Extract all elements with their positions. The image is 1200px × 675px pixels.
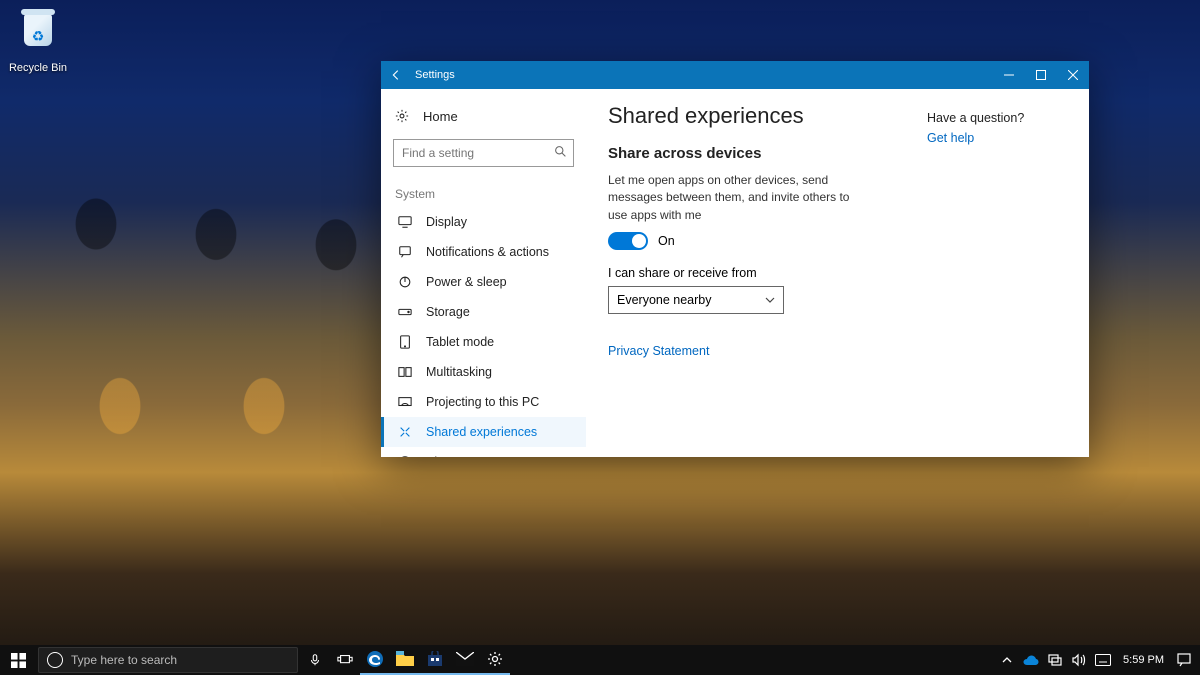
action-center-icon[interactable] <box>1172 645 1196 675</box>
section-label: System <box>381 177 586 207</box>
window-title: Settings <box>411 69 455 81</box>
cortana-icon <box>47 652 63 668</box>
storage-icon <box>398 305 412 319</box>
recycle-bin-label: Recycle Bin <box>9 62 67 74</box>
edge-app[interactable] <box>360 645 390 675</box>
search-icon <box>554 145 567 158</box>
volume-icon[interactable] <box>1067 645 1091 675</box>
explorer-app[interactable] <box>390 645 420 675</box>
info-icon <box>398 455 412 457</box>
nav-projecting[interactable]: Projecting to this PC <box>381 387 586 417</box>
system-tray: 5:59 PM <box>995 645 1200 675</box>
back-button[interactable] <box>381 61 411 89</box>
recycle-bin[interactable]: ♻ Recycle Bin <box>8 8 68 76</box>
recycle-bin-icon: ♻ <box>19 14 57 56</box>
projecting-icon <box>398 395 412 409</box>
settings-app[interactable] <box>480 645 510 675</box>
clock[interactable]: 5:59 PM <box>1115 654 1172 666</box>
windows-icon <box>11 653 26 668</box>
nav-storage[interactable]: Storage <box>381 297 586 327</box>
chevron-down-icon <box>765 295 775 305</box>
task-view-icon[interactable] <box>330 645 360 675</box>
home-label: Home <box>423 109 458 124</box>
privacy-link[interactable]: Privacy Statement <box>608 344 709 358</box>
toggle-state-label: On <box>658 234 675 248</box>
mic-icon[interactable] <box>300 645 330 675</box>
nav-about[interactable]: About <box>381 447 586 457</box>
minimize-button[interactable] <box>993 61 1025 89</box>
search-box[interactable] <box>393 139 574 167</box>
monitor-icon <box>398 215 412 229</box>
get-help-link[interactable]: Get help <box>927 131 1067 145</box>
taskbar: Type here to search 5:59 <box>0 645 1200 675</box>
share-toggle[interactable] <box>608 232 648 250</box>
search-input[interactable] <box>393 139 574 167</box>
mail-app[interactable] <box>450 645 480 675</box>
multitasking-icon <box>398 365 412 379</box>
settings-window: Settings Home Syste <box>381 61 1089 457</box>
tray-chevron[interactable] <box>995 645 1019 675</box>
content: Shared experiences Share across devices … <box>586 89 1089 457</box>
nav-multitasking[interactable]: Multitasking <box>381 357 586 387</box>
notification-icon <box>398 245 412 259</box>
gear-icon <box>395 109 409 123</box>
store-app[interactable] <box>420 645 450 675</box>
titlebar[interactable]: Settings <box>381 61 1089 89</box>
desktop[interactable]: ♻ Recycle Bin Settings Hom <box>0 0 1200 675</box>
maximize-button[interactable] <box>1025 61 1057 89</box>
section-description: Let me open apps on other devices, send … <box>608 172 868 224</box>
shared-icon <box>398 425 412 439</box>
share-dropdown[interactable]: Everyone nearby <box>608 286 784 314</box>
dropdown-label: I can share or receive from <box>608 266 927 280</box>
aside-question: Have a question? <box>927 111 1067 125</box>
page-title: Shared experiences <box>608 103 927 129</box>
power-icon <box>398 275 412 289</box>
nav-power[interactable]: Power & sleep <box>381 267 586 297</box>
section-title: Share across devices <box>608 145 927 162</box>
dropdown-value: Everyone nearby <box>617 293 712 307</box>
home-nav[interactable]: Home <box>381 99 586 133</box>
start-button[interactable] <box>0 645 36 675</box>
network-icon[interactable] <box>1043 645 1067 675</box>
aside: Have a question? Get help <box>927 103 1067 443</box>
keyboard-icon[interactable] <box>1091 645 1115 675</box>
nav-display[interactable]: Display <box>381 207 586 237</box>
nav-tablet[interactable]: Tablet mode <box>381 327 586 357</box>
close-button[interactable] <box>1057 61 1089 89</box>
nav-notifications[interactable]: Notifications & actions <box>381 237 586 267</box>
sidebar: Home System Display Notifications & acti… <box>381 89 586 457</box>
onedrive-icon[interactable] <box>1019 645 1043 675</box>
taskbar-search[interactable]: Type here to search <box>38 647 298 673</box>
nav-shared-experiences[interactable]: Shared experiences <box>381 417 586 447</box>
tablet-icon <box>398 335 412 349</box>
taskbar-search-placeholder: Type here to search <box>71 653 177 667</box>
